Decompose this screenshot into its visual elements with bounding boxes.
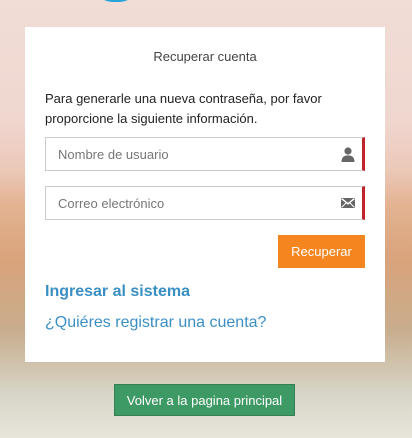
register-link[interactable]: ¿Quiéres registrar una cuenta? (45, 314, 266, 332)
user-icon (340, 146, 356, 162)
username-field (45, 137, 365, 171)
recover-account-card: Recuperar cuenta Para generarle una nuev… (25, 27, 385, 362)
back-to-home-button[interactable]: Volver a la pagina principal (114, 384, 295, 416)
logo-fragment (96, 0, 136, 2)
email-field (45, 186, 365, 220)
email-input[interactable] (46, 187, 326, 219)
instructions-text: Para generarle una nueva contraseña, por… (45, 91, 322, 126)
login-link[interactable]: Ingresar al sistema (45, 283, 190, 301)
envelope-icon (340, 195, 356, 211)
recover-button[interactable]: Recuperar (278, 235, 365, 268)
card-title: Recuperar cuenta (153, 49, 257, 64)
username-input[interactable] (46, 138, 326, 170)
